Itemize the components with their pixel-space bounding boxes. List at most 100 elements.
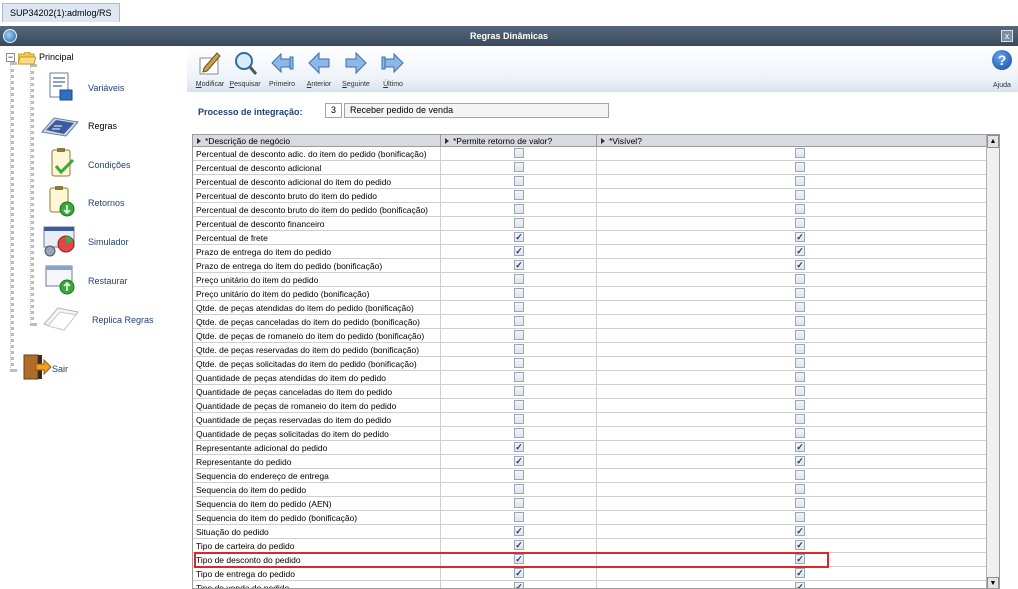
visivel-checkbox[interactable] (795, 484, 805, 494)
table-row[interactable]: Qtde. de peças solicitadas do item do pe… (193, 357, 999, 371)
permite-retorno-checkbox[interactable] (514, 358, 524, 368)
table-row[interactable]: Percentual de desconto adicional do item… (193, 175, 999, 189)
table-row[interactable]: Sequencia do endereço de entrega (193, 469, 999, 483)
table-row[interactable]: Qtde. de peças de romaneio do item do pe… (193, 329, 999, 343)
sidebar-item-retornos[interactable]: Retornos (40, 185, 180, 221)
table-row[interactable]: Quantidade de peças canceladas do item d… (193, 385, 999, 399)
last-button[interactable]: Último (373, 48, 413, 90)
permite-retorno-checkbox[interactable] (514, 470, 524, 480)
visivel-checkbox[interactable] (795, 274, 805, 284)
permite-retorno-checkbox[interactable] (514, 428, 524, 438)
table-row[interactable]: Qtde. de peças atendidas do item do pedi… (193, 301, 999, 315)
table-row[interactable]: Representante adicional do pedido ✓ ✓ (193, 441, 999, 455)
scroll-down-button[interactable]: ▼ (987, 577, 999, 588)
permite-retorno-checkbox[interactable]: ✓ (514, 582, 524, 588)
visivel-checkbox[interactable] (795, 190, 805, 200)
table-row[interactable]: Prazo de entrega do item do pedido (boni… (193, 259, 999, 273)
grid-scrollbar[interactable]: ▲ ▼ (986, 135, 999, 588)
permite-retorno-checkbox[interactable] (514, 288, 524, 298)
permite-retorno-checkbox[interactable]: ✓ (514, 526, 524, 536)
table-row[interactable]: Percentual de desconto adic. do item do … (193, 147, 999, 161)
table-row[interactable]: Percentual de desconto bruto do item do … (193, 189, 999, 203)
permite-retorno-checkbox[interactable]: ✓ (514, 540, 524, 550)
permite-retorno-checkbox[interactable]: ✓ (514, 246, 524, 256)
visivel-checkbox[interactable] (795, 344, 805, 354)
table-row[interactable]: Representante do pedido ✓ ✓ (193, 455, 999, 469)
permite-retorno-checkbox[interactable]: ✓ (514, 456, 524, 466)
table-row[interactable]: Quantidade de peças solicitadas do item … (193, 427, 999, 441)
table-row[interactable]: Tipo de carteira do pedido ✓ ✓ (193, 539, 999, 553)
session-tab[interactable]: SUP34202(1):admlog/RS (2, 3, 120, 22)
table-row[interactable]: Tipo de entrega do pedido ✓ ✓ (193, 567, 999, 581)
permite-retorno-checkbox[interactable] (514, 302, 524, 312)
search-button[interactable]: Pesquisar (225, 48, 265, 90)
visivel-checkbox[interactable] (795, 302, 805, 312)
visivel-checkbox[interactable]: ✓ (795, 568, 805, 578)
table-row[interactable]: Prazo de entrega do item do pedido ✓ ✓ (193, 245, 999, 259)
visivel-checkbox[interactable] (795, 316, 805, 326)
permite-retorno-checkbox[interactable] (514, 190, 524, 200)
sidebar-item-sair[interactable]: Sair (18, 351, 158, 387)
previous-button[interactable]: Anterior (299, 48, 339, 90)
scroll-up-button[interactable]: ▲ (987, 135, 999, 148)
permite-retorno-checkbox[interactable] (514, 498, 524, 508)
sidebar-item-condicoes[interactable]: Condições (40, 147, 180, 183)
visivel-checkbox[interactable] (795, 400, 805, 410)
permite-retorno-checkbox[interactable]: ✓ (514, 260, 524, 270)
permite-retorno-checkbox[interactable] (514, 386, 524, 396)
visivel-checkbox[interactable] (795, 358, 805, 368)
table-row[interactable]: Tipo de venda do pedido ✓ ✓ (193, 581, 999, 588)
table-row[interactable]: Percentual de frete ✓ ✓ (193, 231, 999, 245)
close-button[interactable]: x (1001, 30, 1013, 42)
permite-retorno-checkbox[interactable] (514, 484, 524, 494)
permite-retorno-checkbox[interactable] (514, 400, 524, 410)
visivel-checkbox[interactable] (795, 330, 805, 340)
table-row[interactable]: Percentual de desconto adicional (193, 161, 999, 175)
visivel-checkbox[interactable] (795, 428, 805, 438)
sidebar-item-replica-regras[interactable]: Replica Regras (40, 302, 180, 338)
table-row[interactable]: Percentual de desconto financeiro (193, 217, 999, 231)
table-row[interactable]: Quantidade de peças atendidas do item do… (193, 371, 999, 385)
table-row[interactable]: Percentual de desconto bruto do item do … (193, 203, 999, 217)
table-row[interactable]: Preço unitário do item do pedido (193, 273, 999, 287)
permite-retorno-checkbox[interactable] (514, 344, 524, 354)
permite-retorno-checkbox[interactable] (514, 148, 524, 158)
column-header-permite-retorno[interactable]: *Permite retorno de valor? (441, 135, 597, 147)
visivel-checkbox[interactable] (795, 498, 805, 508)
visivel-checkbox[interactable] (795, 470, 805, 480)
visivel-checkbox[interactable] (795, 414, 805, 424)
table-row[interactable]: Quantidade de peças de romaneio do item … (193, 399, 999, 413)
modify-button[interactable]: Modificar (190, 48, 230, 90)
permite-retorno-checkbox[interactable] (514, 512, 524, 522)
visivel-checkbox[interactable]: ✓ (795, 260, 805, 270)
sidebar-item-regras[interactable]: Regras (40, 108, 180, 144)
next-button[interactable]: Seguinte (336, 48, 376, 90)
permite-retorno-checkbox[interactable] (514, 218, 524, 228)
visivel-checkbox[interactable] (795, 288, 805, 298)
visivel-checkbox[interactable] (795, 218, 805, 228)
permite-retorno-checkbox[interactable] (514, 414, 524, 424)
table-row[interactable]: Preço unitário do item do pedido (bonifi… (193, 287, 999, 301)
permite-retorno-checkbox[interactable]: ✓ (514, 568, 524, 578)
permite-retorno-checkbox[interactable] (514, 274, 524, 284)
visivel-checkbox[interactable]: ✓ (795, 232, 805, 242)
visivel-checkbox[interactable] (795, 176, 805, 186)
visivel-checkbox[interactable]: ✓ (795, 442, 805, 452)
permite-retorno-checkbox[interactable] (514, 372, 524, 382)
permite-retorno-checkbox[interactable]: ✓ (514, 442, 524, 452)
permite-retorno-checkbox[interactable] (514, 176, 524, 186)
visivel-checkbox[interactable]: ✓ (795, 456, 805, 466)
first-button[interactable]: Primeiro (262, 48, 302, 90)
collapse-toggle[interactable]: − (6, 53, 15, 62)
visivel-checkbox[interactable] (795, 372, 805, 382)
sidebar-item-restaurar[interactable]: Restaurar (40, 263, 180, 299)
visivel-checkbox[interactable] (795, 148, 805, 158)
sidebar-item-variaveis[interactable]: Variáveis (40, 70, 180, 106)
visivel-checkbox[interactable]: ✓ (795, 582, 805, 588)
visivel-checkbox[interactable] (795, 162, 805, 172)
table-row[interactable]: Qtde. de peças reservadas do item do ped… (193, 343, 999, 357)
table-row[interactable]: Situação do pedido ✓ ✓ (193, 525, 999, 539)
visivel-checkbox[interactable] (795, 512, 805, 522)
help-button[interactable]: ? Ajuda (989, 48, 1015, 90)
permite-retorno-checkbox[interactable] (514, 162, 524, 172)
